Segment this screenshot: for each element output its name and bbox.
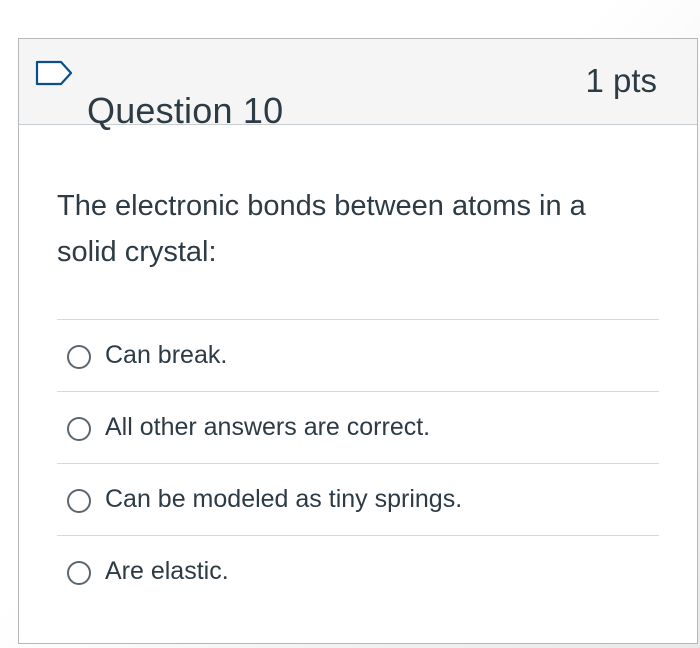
answer-option[interactable]: All other answers are correct. bbox=[57, 391, 659, 463]
radio-button[interactable] bbox=[67, 561, 91, 585]
answer-option[interactable]: Are elastic. bbox=[57, 535, 659, 607]
flag-icon[interactable] bbox=[35, 59, 75, 89]
radio-button[interactable] bbox=[67, 489, 91, 513]
question-body: The electronic bonds between atoms in a … bbox=[57, 125, 659, 585]
radio-button[interactable] bbox=[67, 345, 91, 369]
answer-label[interactable]: Can be modeled as tiny springs. bbox=[105, 482, 462, 516]
answer-option[interactable]: Can break. bbox=[57, 319, 659, 391]
answer-label[interactable]: Can break. bbox=[105, 338, 227, 372]
question-points: 1 pts bbox=[585, 62, 657, 99]
question-card: Question 10 1 pts The electronic bonds b… bbox=[18, 38, 698, 644]
answer-option[interactable]: Can be modeled as tiny springs. bbox=[57, 463, 659, 535]
answer-label[interactable]: Are elastic. bbox=[105, 554, 229, 588]
radio-button[interactable] bbox=[67, 417, 91, 441]
question-text: The electronic bonds between atoms in a … bbox=[57, 190, 586, 268]
answer-label[interactable]: All other answers are correct. bbox=[105, 410, 430, 444]
answer-list: Can break. All other answers are correct… bbox=[57, 319, 659, 607]
question-header: Question 10 1 pts bbox=[19, 39, 697, 131]
